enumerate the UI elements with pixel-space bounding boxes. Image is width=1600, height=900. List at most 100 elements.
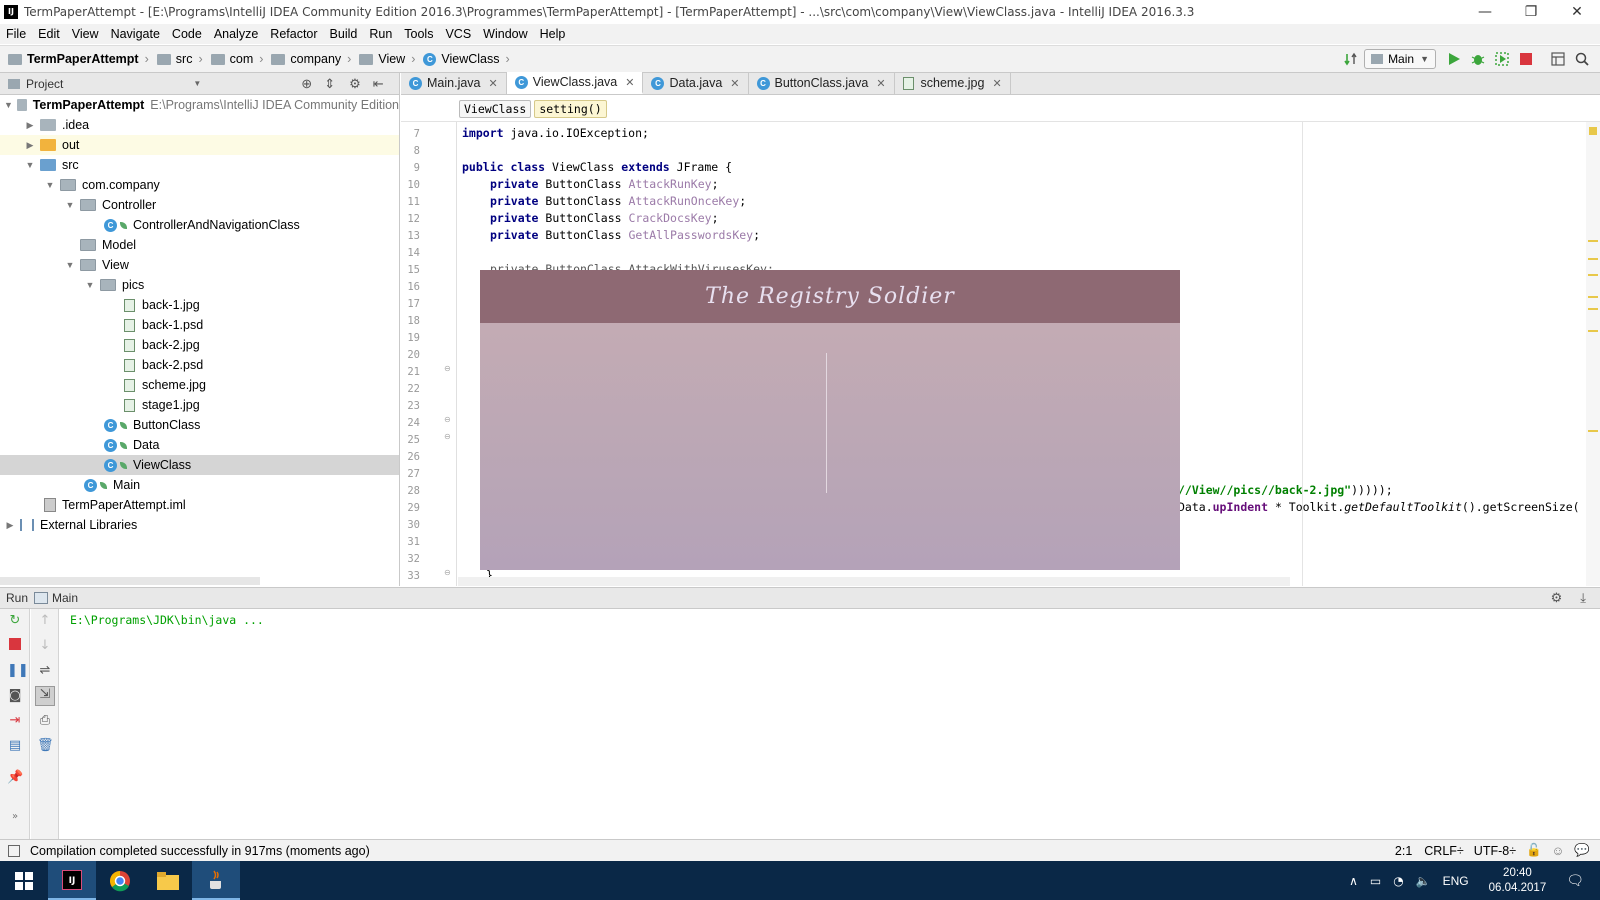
battery-icon[interactable]: ▭ (1370, 874, 1381, 888)
menu-edit[interactable]: Edit (32, 27, 66, 41)
tree-item-src[interactable]: ▼ src (0, 155, 399, 175)
tree-item-controller-class[interactable]: C ControllerAndNavigationClass (0, 215, 399, 235)
build-icon[interactable] (1342, 49, 1362, 69)
warning-marker[interactable] (1588, 274, 1598, 276)
breadcrumb-viewclass[interactable]: C ViewClass › (419, 52, 513, 66)
menu-refactor[interactable]: Refactor (264, 27, 323, 41)
app-window-the-registry-soldier[interactable]: The Registry Soldier (480, 270, 1180, 570)
restore-button[interactable]: ❐ (1508, 0, 1554, 24)
fold-marker-icon[interactable]: ⊖ (444, 415, 451, 424)
tab-buttonclass-java[interactable]: C ButtonClass.java ✕ (749, 72, 895, 94)
dump-threads-icon[interactable]: ◙ (7, 688, 23, 704)
tree-item-file[interactable]: stage1.jpg (0, 395, 399, 415)
arrow-up-icon[interactable]: ↑ (37, 613, 53, 629)
tree-item-idea[interactable]: ▶ .idea (0, 115, 399, 135)
project-panel-title[interactable]: Project (26, 77, 63, 91)
run-with-coverage-icon[interactable] (1492, 49, 1512, 69)
fold-marker-icon[interactable]: ⊖ (444, 364, 451, 373)
tree-item-file[interactable]: back-2.jpg (0, 335, 399, 355)
expand-arrow-icon[interactable]: ▼ (24, 160, 36, 170)
search-icon[interactable] (1572, 49, 1592, 69)
windows-start-icon[interactable] (0, 861, 48, 900)
expand-arrow-icon[interactable]: ▼ (4, 100, 13, 110)
warning-marker[interactable] (1588, 308, 1598, 310)
fold-marker-icon[interactable]: ⊖ (444, 568, 451, 577)
project-structure-icon[interactable] (1548, 49, 1568, 69)
menu-view[interactable]: View (66, 27, 105, 41)
hide-panel-icon[interactable]: ⇤ (373, 76, 384, 92)
trash-icon[interactable]: 🗑 (37, 738, 54, 754)
collapsed-arrow-icon[interactable]: ▶ (24, 120, 36, 131)
tree-item-iml[interactable]: TermPaperAttempt.iml (0, 495, 399, 515)
close-tab-icon[interactable]: ✕ (489, 77, 498, 90)
breadcrumb-com[interactable]: com › (207, 52, 268, 66)
caret-position[interactable]: 2:1 (1395, 844, 1412, 858)
tool-windows-icon[interactable] (8, 844, 20, 857)
tree-item-view[interactable]: ▼ View (0, 255, 399, 275)
lock-icon[interactable]: 🔓 (1526, 843, 1542, 858)
tab-scheme-jpg[interactable]: scheme.jpg ✕ (895, 72, 1011, 94)
menu-analyze[interactable]: Analyze (208, 27, 264, 41)
collapsed-arrow-icon[interactable]: ▶ (4, 520, 16, 531)
tree-item-controller[interactable]: ▼ Controller (0, 195, 399, 215)
tree-item-class[interactable]: C Data (0, 435, 399, 455)
scroll-to-end-icon[interactable]: ⇲ (35, 686, 55, 706)
wifi-icon[interactable]: ◔ (1393, 874, 1403, 888)
menu-run[interactable]: Run (363, 27, 398, 41)
tab-data-java[interactable]: C Data.java ✕ (643, 72, 749, 94)
menu-file[interactable]: File (0, 27, 32, 41)
tab-main-java[interactable]: C Main.java ✕ (401, 72, 507, 94)
editor-crumb-method[interactable]: setting() (534, 99, 607, 118)
file-explorer-taskbar-icon[interactable] (144, 861, 192, 900)
menu-help[interactable]: Help (534, 27, 572, 41)
status-message[interactable]: Compilation completed successfully in 91… (30, 844, 370, 858)
input-language[interactable]: ENG (1443, 874, 1469, 888)
tree-item-out[interactable]: ▶ out (0, 135, 399, 155)
menu-code[interactable]: Code (166, 27, 208, 41)
debug-icon[interactable] (1468, 49, 1488, 69)
java-taskbar-icon[interactable] (192, 861, 240, 900)
tree-item-class-selected[interactable]: C ViewClass (0, 455, 399, 475)
event-log-icon[interactable]: 💬 (1574, 843, 1590, 858)
warning-marker[interactable] (1588, 330, 1598, 332)
stop-icon[interactable] (7, 638, 23, 654)
run-panel-title[interactable]: Run (6, 591, 28, 605)
rerun-icon[interactable]: ↻ (7, 613, 23, 629)
run-icon[interactable] (1444, 49, 1464, 69)
tab-viewclass-java[interactable]: C ViewClass.java ✕ (506, 72, 644, 94)
exit-icon[interactable]: ⇥ (7, 713, 23, 729)
expand-arrow-icon[interactable]: ▼ (64, 200, 76, 210)
tree-item-pics[interactable]: ▼ pics (0, 275, 399, 295)
more-icon[interactable]: » (7, 809, 23, 825)
warning-marker[interactable] (1588, 240, 1598, 242)
menu-tools[interactable]: Tools (398, 27, 439, 41)
breadcrumb-company[interactable]: company › (267, 52, 355, 66)
close-tab-icon[interactable]: ✕ (625, 76, 634, 89)
error-stripe[interactable] (1586, 122, 1600, 586)
tree-item-com-company[interactable]: ▼ com.company (0, 175, 399, 195)
menu-vcs[interactable]: VCS (439, 27, 477, 41)
project-hscrollbar[interactable] (0, 577, 260, 585)
tree-item-file[interactable]: back-1.psd (0, 315, 399, 335)
minimize-button[interactable]: — (1462, 0, 1508, 24)
expand-arrow-icon[interactable]: ▼ (64, 260, 76, 270)
close-button[interactable]: ✕ (1554, 0, 1600, 24)
chevron-up-icon[interactable]: ∧ (1349, 874, 1358, 888)
collapse-all-icon[interactable]: ⇕ (324, 76, 335, 92)
breadcrumb-view[interactable]: View › (355, 52, 419, 66)
tree-item-external-libraries[interactable]: ▶ External Libraries (0, 515, 399, 535)
notifications-icon[interactable]: 🗨 (1566, 873, 1584, 889)
tree-item-main[interactable]: C Main (0, 475, 399, 495)
menu-navigate[interactable]: Navigate (105, 27, 166, 41)
warning-marker[interactable] (1588, 258, 1598, 260)
expand-arrow-icon[interactable]: ▼ (44, 180, 56, 190)
tree-item-model[interactable]: Model (0, 235, 399, 255)
tree-item-file[interactable]: back-1.jpg (0, 295, 399, 315)
hide-panel-icon[interactable]: ⤓ (1580, 590, 1586, 606)
warning-marker[interactable] (1588, 296, 1598, 298)
clock[interactable]: 20:40 06.04.2017 (1489, 866, 1547, 896)
inspector-icon[interactable]: ☺ (1552, 844, 1565, 858)
restore-layout-icon[interactable]: ▤ (7, 738, 23, 754)
menu-window[interactable]: Window (477, 27, 533, 41)
line-separator[interactable]: CRLF÷ (1424, 844, 1464, 858)
